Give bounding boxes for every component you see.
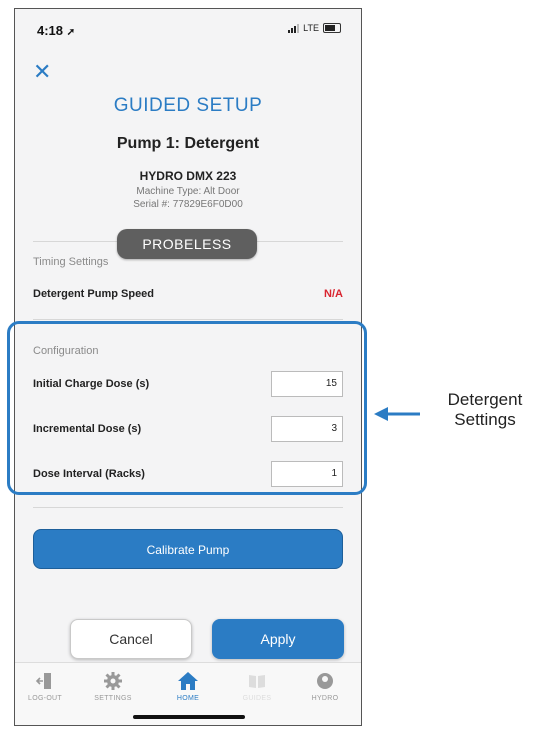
- tab-guides[interactable]: GUIDES: [227, 671, 287, 702]
- pump-speed-row: Detergent Pump Speed N/A: [33, 284, 343, 304]
- pump-title: Pump 1: Detergent: [116, 135, 260, 152]
- tab-label: GUIDES: [242, 695, 272, 702]
- tab-label: HOME: [176, 695, 200, 702]
- arrow-left-icon: [374, 407, 420, 421]
- gear-icon: [83, 671, 143, 691]
- book-icon: [227, 671, 287, 691]
- battery-icon: [323, 23, 341, 33]
- machine-type: Machine Type: Alt Door: [136, 186, 240, 197]
- tab-label: HYDRO: [311, 695, 339, 702]
- cancel-button[interactable]: Cancel: [70, 619, 192, 659]
- tab-label: LOG-OUT: [28, 695, 62, 702]
- status-bar: 4:18 ➚ LTE: [15, 9, 361, 53]
- home-icon: [158, 671, 218, 691]
- tab-settings[interactable]: SETTINGS: [83, 671, 143, 702]
- apply-button[interactable]: Apply: [212, 619, 344, 659]
- timing-section-label: Timing Settings: [33, 256, 109, 268]
- divider: [33, 507, 343, 508]
- status-indicators: LTE: [288, 23, 341, 33]
- pump-speed-label: Detergent Pump Speed: [33, 288, 155, 300]
- tab-hydro[interactable]: HYDRO: [295, 671, 355, 702]
- tab-label: SETTINGS: [94, 695, 132, 702]
- network-label: LTE: [303, 23, 319, 33]
- tab-bar: LOG-OUT SETTINGS HOME GUIDES HYDRO: [15, 662, 361, 725]
- tab-home[interactable]: HOME: [158, 671, 218, 702]
- probeless-badge: PROBELESS: [117, 229, 257, 259]
- machine-name: HYDRO DMX 223: [139, 169, 237, 183]
- callout-line: Settings: [454, 410, 516, 429]
- configuration-highlight-box: [7, 321, 367, 495]
- logout-icon: [15, 671, 75, 691]
- serial-number: Serial #: 77829E6F0D00: [133, 199, 243, 210]
- pump-speed-value: N/A: [324, 288, 343, 300]
- close-icon[interactable]: ✕: [33, 61, 51, 83]
- divider: [33, 319, 343, 320]
- calibrate-pump-button[interactable]: Calibrate Pump: [33, 529, 343, 569]
- status-time: 4:18 ➚: [37, 23, 76, 38]
- home-indicator: [133, 715, 245, 719]
- hydro-icon: [295, 671, 355, 691]
- location-arrow-icon: ➚: [66, 27, 76, 38]
- signal-icon: [288, 23, 300, 33]
- callout-line: Detergent: [447, 390, 523, 409]
- tab-logout[interactable]: LOG-OUT: [15, 671, 75, 702]
- page-title: GUIDED SETUP: [113, 95, 263, 116]
- detergent-settings-callout: Detergent Settings: [425, 390, 545, 430]
